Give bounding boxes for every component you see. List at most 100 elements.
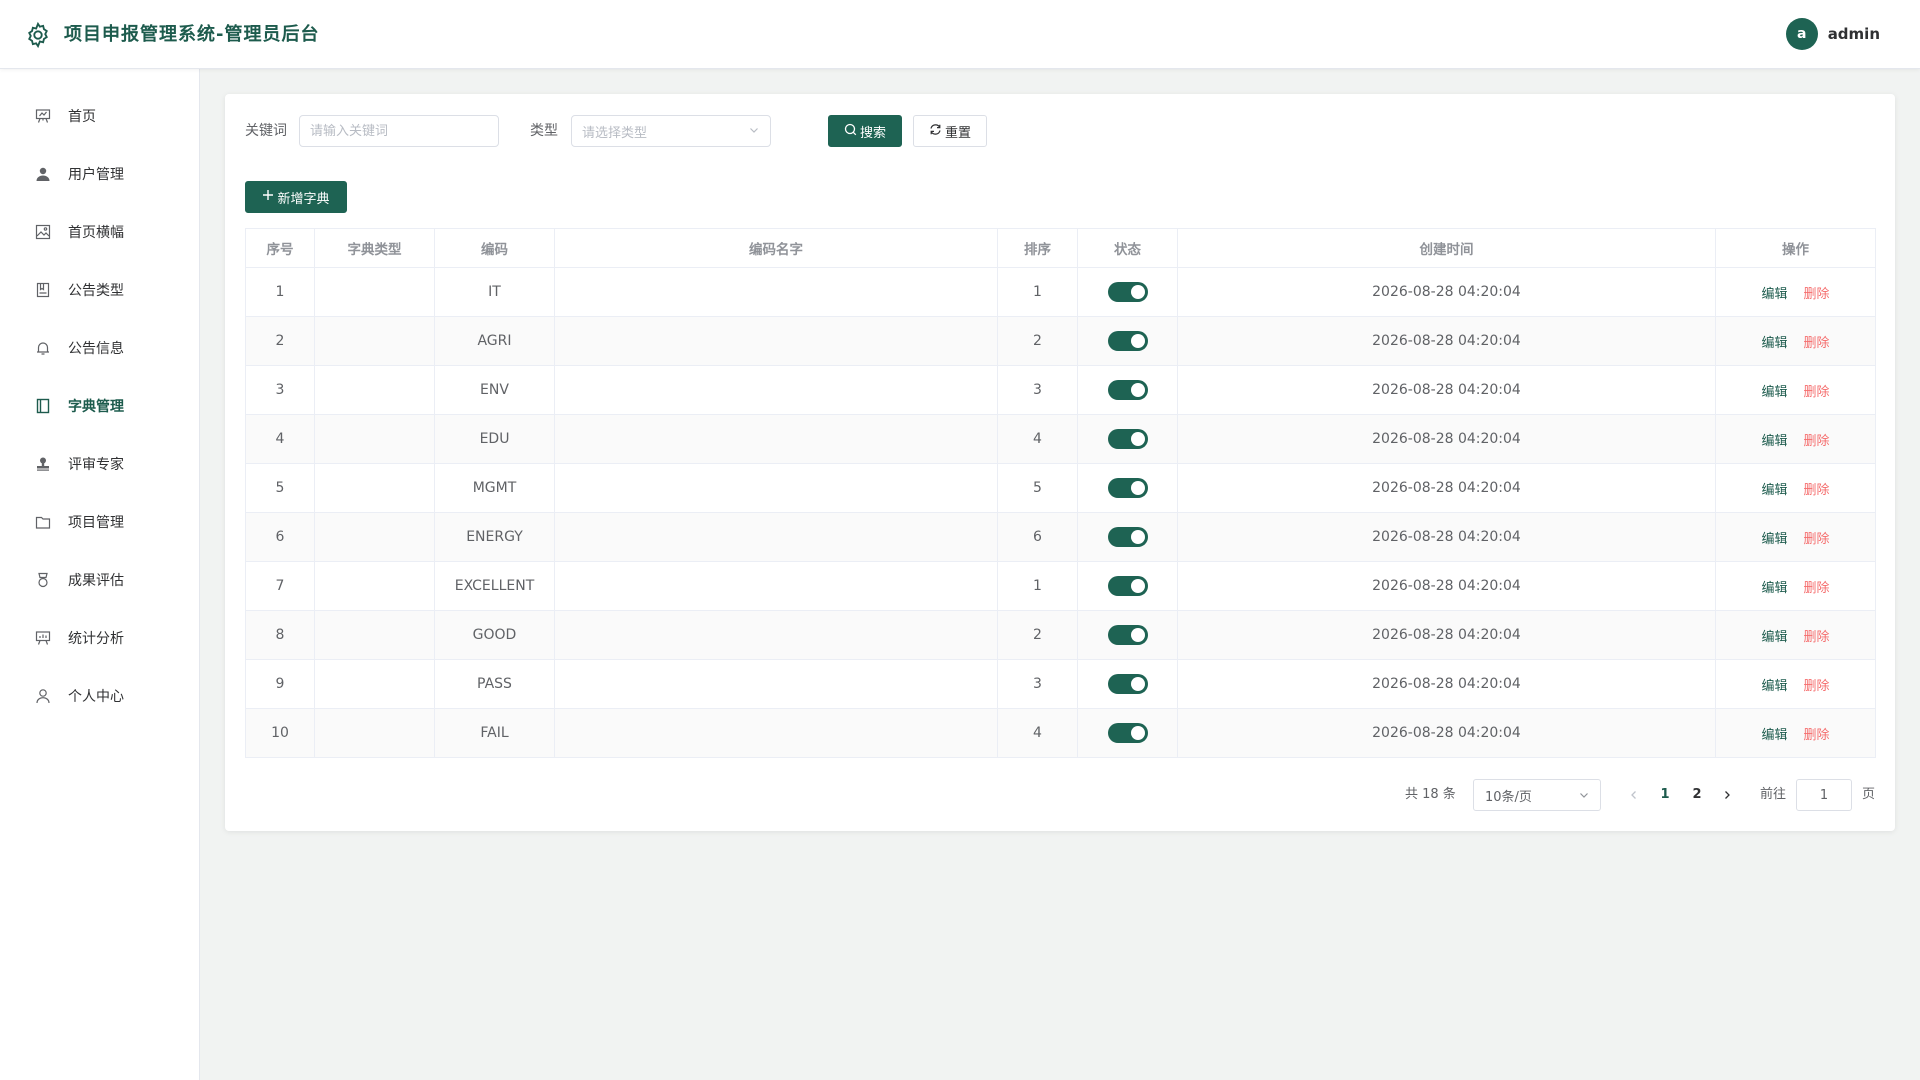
user-filled-icon	[34, 165, 52, 183]
sidebar-item-banner[interactable]: 首页横幅	[0, 203, 200, 261]
index-cell: 3	[245, 365, 315, 415]
pagination-total: 共 18 条	[1405, 787, 1456, 802]
status-toggle[interactable]	[1107, 429, 1148, 449]
add-dictionary-button[interactable]: 新增字典	[245, 181, 347, 213]
edit-button[interactable]: 编辑	[1761, 430, 1787, 449]
reset-button[interactable]: 重置	[913, 115, 987, 147]
page-size-select[interactable]: 10条/页	[1473, 779, 1601, 811]
created-time-cell: 2026-08-28 04:20:04	[1177, 659, 1716, 709]
sidebar-item-label: 评审专家	[68, 457, 124, 473]
goto-page-input[interactable]	[1796, 779, 1852, 811]
user-menu[interactable]: a admin	[1785, 18, 1880, 50]
code-cell: GOOD	[434, 610, 555, 660]
status-toggle[interactable]	[1107, 331, 1148, 351]
code-name-cell	[554, 365, 998, 415]
sidebar-item-statistics[interactable]: 统计分析	[0, 609, 200, 667]
status-toggle[interactable]	[1107, 478, 1148, 498]
search-button[interactable]: 搜索	[828, 115, 902, 147]
code-name-cell	[554, 267, 998, 317]
dict-type-cell	[314, 708, 435, 758]
column-header: 排序	[997, 228, 1078, 268]
sort-cell: 3	[997, 659, 1078, 709]
bell-icon	[34, 339, 52, 357]
sidebar-item-label: 首页	[68, 109, 96, 125]
delete-button[interactable]: 删除	[1804, 675, 1830, 694]
sort-cell: 1	[997, 267, 1078, 317]
table-row: 10 FAIL 4 2026-08-28 04:20:04 编辑 删除	[245, 708, 1876, 758]
prev-page-button[interactable]	[1622, 779, 1646, 811]
edit-button[interactable]: 编辑	[1761, 675, 1787, 694]
chevron-left-icon	[1631, 791, 1636, 799]
code-cell: PASS	[434, 659, 555, 709]
sidebar-item-dictionary[interactable]: 字典管理	[0, 377, 200, 435]
sidebar-item-label: 统计分析	[68, 631, 124, 647]
actions-cell: 编辑 删除	[1715, 316, 1876, 366]
type-select[interactable]: 请选择类型	[571, 115, 771, 147]
sidebar-item-profile[interactable]: 个人中心	[0, 667, 200, 725]
sidebar-item-label: 字典管理	[68, 399, 124, 415]
delete-button[interactable]: 删除	[1804, 577, 1830, 596]
sidebar-item-home[interactable]: 首页	[0, 87, 200, 145]
table-header-row: 序号 字典类型 编码 编码名字 排序 状态 创建时间 操作	[245, 228, 1876, 268]
page-size-value: 10条/页	[1485, 789, 1532, 805]
edit-button[interactable]: 编辑	[1761, 283, 1787, 302]
created-time-cell: 2026-08-28 04:20:04	[1177, 316, 1716, 366]
sidebar-item-projects[interactable]: 项目管理	[0, 493, 200, 551]
sidebar-item-label: 项目管理	[68, 515, 124, 531]
edit-button[interactable]: 编辑	[1761, 528, 1787, 547]
sidebar-item-notice-type[interactable]: 公告类型	[0, 261, 200, 319]
code-cell: ENV	[434, 365, 555, 415]
sidebar-item-label: 公告类型	[68, 283, 124, 299]
avatar[interactable]: a	[1785, 18, 1818, 50]
code-cell: FAIL	[434, 708, 555, 758]
table-row: 4 EDU 4 2026-08-28 04:20:04 编辑 删除	[245, 414, 1876, 464]
index-cell: 10	[245, 708, 315, 758]
status-cell	[1077, 414, 1178, 464]
sort-cell: 3	[997, 365, 1078, 415]
sidebar-item-experts[interactable]: 评审专家	[0, 435, 200, 493]
sidebar-item-notice[interactable]: 公告信息	[0, 319, 200, 377]
sidebar-item-evaluation[interactable]: 成果评估	[0, 551, 200, 609]
dict-type-cell	[314, 512, 435, 562]
created-time-cell: 2026-08-28 04:20:04	[1177, 561, 1716, 611]
sort-cell: 4	[997, 414, 1078, 464]
actions-cell: 编辑 删除	[1715, 365, 1876, 415]
status-toggle[interactable]	[1107, 723, 1148, 743]
edit-button[interactable]: 编辑	[1761, 381, 1787, 400]
sidebar-item-users[interactable]: 用户管理	[0, 145, 200, 203]
keyword-input[interactable]	[299, 115, 499, 147]
table-row: 6 ENERGY 6 2026-08-28 04:20:04 编辑 删除	[245, 512, 1876, 562]
delete-button[interactable]: 删除	[1804, 724, 1830, 743]
medal-icon	[34, 571, 52, 589]
status-toggle[interactable]	[1107, 674, 1148, 694]
delete-button[interactable]: 删除	[1804, 479, 1830, 498]
delete-button[interactable]: 删除	[1804, 332, 1830, 351]
username[interactable]: admin	[1828, 25, 1880, 43]
page-number[interactable]: 1	[1651, 779, 1679, 811]
delete-button[interactable]: 删除	[1804, 381, 1830, 400]
status-toggle[interactable]	[1107, 625, 1148, 645]
edit-button[interactable]: 编辑	[1761, 724, 1787, 743]
edit-button[interactable]: 编辑	[1761, 332, 1787, 351]
actions-cell: 编辑 删除	[1715, 414, 1876, 464]
actions-cell: 编辑 删除	[1715, 561, 1876, 611]
delete-button[interactable]: 删除	[1804, 430, 1830, 449]
page-number[interactable]: 2	[1683, 779, 1711, 811]
edit-button[interactable]: 编辑	[1761, 626, 1787, 645]
delete-button[interactable]: 删除	[1804, 283, 1830, 302]
status-toggle[interactable]	[1107, 527, 1148, 547]
edit-button[interactable]: 编辑	[1761, 577, 1787, 596]
app-title: 项目申报管理系统-管理员后台	[64, 24, 320, 45]
next-page-button[interactable]	[1715, 779, 1739, 811]
edit-button[interactable]: 编辑	[1761, 479, 1787, 498]
created-time-cell: 2026-08-28 04:20:04	[1177, 463, 1716, 513]
delete-button[interactable]: 删除	[1804, 626, 1830, 645]
sort-cell: 2	[997, 316, 1078, 366]
status-toggle[interactable]	[1107, 380, 1148, 400]
sidebar-item-label: 公告信息	[68, 341, 124, 357]
table-row: 9 PASS 3 2026-08-28 04:20:04 编辑 删除	[245, 659, 1876, 709]
delete-button[interactable]: 删除	[1804, 528, 1830, 547]
index-cell: 6	[245, 512, 315, 562]
status-toggle[interactable]	[1107, 282, 1148, 302]
status-toggle[interactable]	[1107, 576, 1148, 596]
